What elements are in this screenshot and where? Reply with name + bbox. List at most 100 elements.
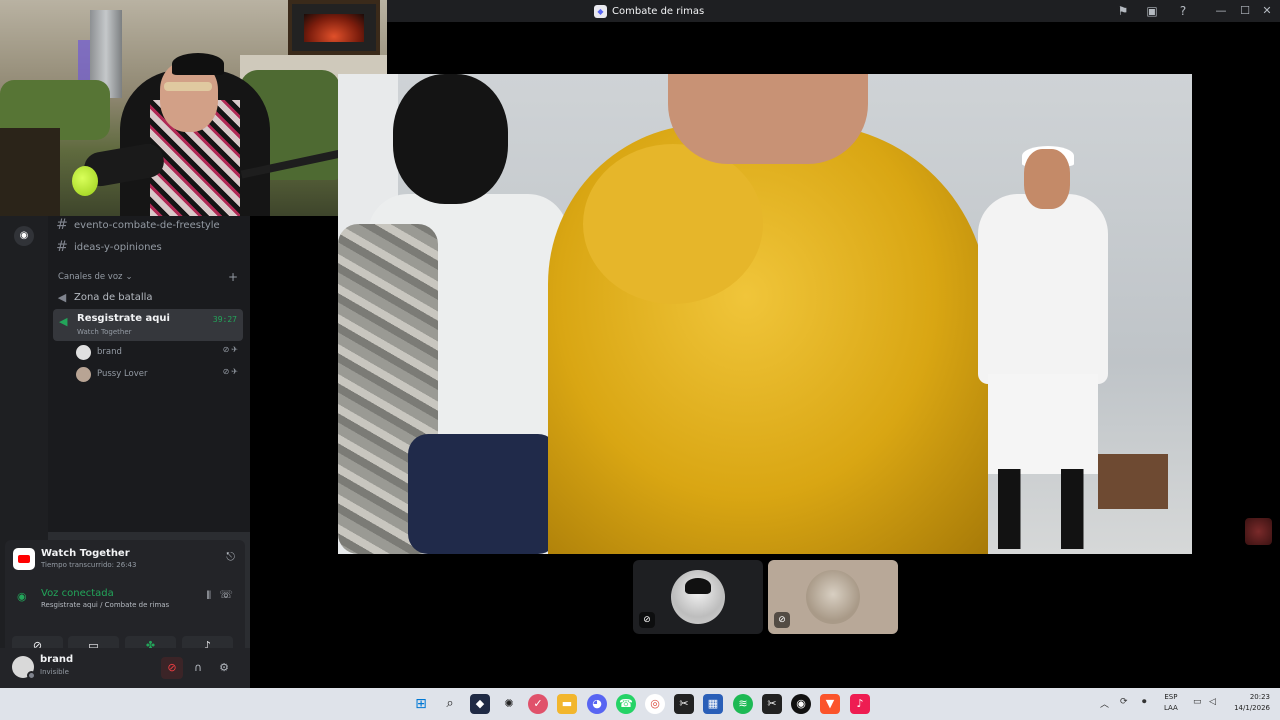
streamer-cap [172,53,224,75]
user-status: Invisible [40,668,69,676]
webcam-overlay [0,0,387,216]
signal-icon[interactable]: ◉ [17,590,27,603]
user-name[interactable]: brand [40,654,73,665]
video-hair [393,74,508,204]
status-dot [27,671,36,680]
voice-status[interactable]: Voz conectada [41,588,114,599]
painting [288,0,380,55]
chevron-up-icon[interactable]: ︿ [1100,697,1109,710]
folder-icon[interactable]: ▬ [557,694,577,714]
noise-suppression-icon[interactable]: ⫴ [206,589,211,603]
video-head-right [1024,149,1070,209]
mic-muted-icon: ⊘ [639,612,655,628]
channel-ideas-y-opiniones[interactable]: # ideas-y-opiniones [56,237,162,257]
sync-icon[interactable]: ⟳ [1120,697,1128,707]
participant-tile-pussy-lover[interactable]: ⊘ [768,560,898,634]
muted-deafened-icons: ⊘✈ [222,367,240,376]
window-title: ◆ Combate de rimas [594,3,704,19]
obs-icon[interactable]: ◉ [791,694,811,714]
watch-together-video[interactable] [338,74,1192,554]
discord-stage-icon: ◆ [594,4,607,18]
close-icon[interactable]: ✕ [1258,2,1276,20]
voice-channel-zona-de-batalla[interactable]: ◀ Zona de batalla [56,287,153,307]
video-dark-clothing [408,434,558,554]
search-icon[interactable]: ⌕ [440,694,460,714]
help-icon[interactable]: ? [1175,3,1191,19]
language-indicator[interactable]: ESP LAA [1164,692,1178,714]
leave-activity-icon[interactable]: ⎋ [226,550,235,564]
capcut-icon-2[interactable]: ✂ [762,694,782,714]
activity-title: Watch Together [41,548,130,559]
clock-time: 20:23 [1249,693,1270,701]
mic-tray-icon[interactable]: ⏺ [1142,697,1147,707]
participant-avatar [806,570,860,624]
windows-start-icon[interactable]: ⊞ [411,694,431,714]
channel-name: evento-combate-de-freestyle [74,219,220,231]
member-name: Pussy Lover [97,369,148,379]
chrome-icon[interactable]: ◎ [645,694,665,714]
headphones-icon[interactable]: ∩ [187,657,209,679]
volume-icon[interactable]: ◁ [1209,697,1216,707]
server-icon[interactable]: ◉ [14,226,34,246]
video-legs [998,469,1088,549]
user-bar: brand Invisible ⊘ ∩ ⚙ [0,648,250,688]
tiktok-icon[interactable]: ♪ [850,694,870,714]
chatgpt-icon[interactable]: ✺ [499,694,519,714]
lang-top: ESP [1164,693,1178,701]
participant-avatar [671,570,725,624]
spotify-icon[interactable]: ≋ [733,694,753,714]
video-box [1098,454,1168,509]
speaker-icon: ◀ [57,290,67,304]
speaker-icon: ◀ [59,315,68,328]
muted-deafened-icons: ⊘✈ [222,345,240,354]
corner-avatar[interactable] [1245,518,1272,545]
participant-tile-brand[interactable]: ⊘ [633,560,763,634]
voice-location[interactable]: Resgistrate aqui / Combate de rimas [41,601,169,609]
todo-icon[interactable]: ✓ [528,694,548,714]
channel-timer: 39:27 [212,315,237,324]
flag-icon[interactable]: ⚑ [1115,3,1131,19]
video-hood [583,144,763,304]
mic-muted-icon[interactable]: ⊘ [161,657,183,679]
desk [0,128,60,216]
discord-icon[interactable]: ◕ [587,694,607,714]
taskbar: ⊞ ⌕ ◆ ✺ ✓ ▬ ◕ ☎ ◎ ✂ ▦ ≋ ✂ ◉ ▼ ♪ ︿ ⟳ ⏺ ES… [0,688,1280,720]
add-channel-icon[interactable]: + [228,270,238,284]
whatsapp-icon[interactable]: ☎ [616,694,636,714]
user-avatar[interactable] [12,656,36,680]
video-person-right [978,194,1108,384]
inbox-icon[interactable]: ▣ [1144,3,1160,19]
active-channel-name: Resgistrate aqui [77,313,170,324]
activity-elapsed: Tiempo transcurrido: 26:43 [41,561,137,569]
tennis-ball [72,166,98,196]
streamer-glasses [164,82,212,91]
voice-category[interactable]: Canales de voz ⌄ [58,272,133,282]
clock[interactable]: 20:23 14/1/2026 [1226,692,1270,714]
voice-member-pussy-lover[interactable]: Pussy Lover ⊘✈ [76,365,242,383]
video-neck [668,74,868,164]
gear-icon[interactable]: ⚙ [213,657,235,679]
voice-member-brand[interactable]: brand ⊘✈ [76,343,242,361]
active-voice-channel[interactable]: ◀ Resgistrate aqui Watch Together 39:27 [53,309,243,341]
maximize-icon[interactable]: ☐ [1236,2,1254,20]
channel-evento-combate[interactable]: # evento-combate-de-freestyle [56,215,220,235]
avatar [76,344,91,360]
active-channel-activity: Watch Together [77,328,132,336]
youtube-icon [13,548,35,570]
store-icon[interactable]: ▦ [703,694,723,714]
network-icon[interactable]: ▭ [1193,697,1202,707]
hash-icon: # [56,217,68,233]
minimize-icon[interactable]: — [1212,2,1230,20]
disconnect-icon[interactable]: ☏ [219,588,233,601]
avatar [76,366,91,382]
mic-muted-icon: ⊘ [774,612,790,628]
capcut-icon[interactable]: ✂ [674,694,694,714]
video-shorts [988,374,1098,474]
window-title-text: Combate de rimas [612,5,705,17]
hash-icon: # [56,239,68,255]
chevron-down-icon: ⌄ [125,272,133,282]
lang-bottom: LAA [1164,704,1178,712]
app-icon-dark[interactable]: ◆ [470,694,490,714]
channel-name: ideas-y-opiniones [74,241,162,253]
brave-icon[interactable]: ▼ [820,694,840,714]
